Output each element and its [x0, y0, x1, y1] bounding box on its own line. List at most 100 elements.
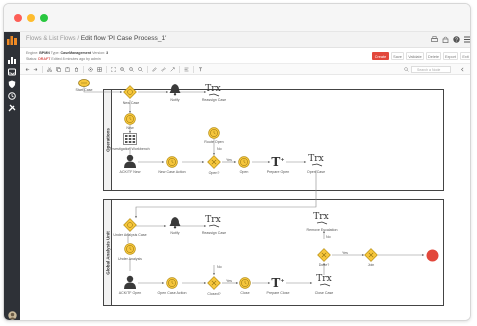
- connector-icon[interactable]: [170, 67, 175, 72]
- open-case-label: Open Case: [306, 170, 326, 174]
- engine-value: BPMN: [39, 51, 50, 55]
- trx-underline-icon: [208, 93, 220, 97]
- close-event[interactable]: [239, 277, 251, 289]
- edit-icon[interactable]: [152, 67, 157, 72]
- notify-top-label: Notify: [170, 98, 180, 102]
- end-event-node[interactable]: [426, 249, 439, 262]
- yes-end-label: Yes: [342, 251, 348, 255]
- app-window: Flows & List Flows / Edit flow 'PI Case …: [3, 3, 471, 321]
- fit-screen-icon[interactable]: [111, 67, 116, 72]
- search-icon: [404, 67, 409, 72]
- start-event-node[interactable]: [78, 79, 90, 87]
- notify-bottom-bell-icon[interactable]: [168, 216, 182, 229]
- page-title: Edit flow 'PI Case Process_1': [80, 35, 167, 42]
- ack-new-user-node[interactable]: [123, 154, 137, 168]
- create-button[interactable]: Create: [372, 52, 389, 60]
- type-label: Type:: [50, 51, 60, 55]
- user-avatar[interactable]: [7, 311, 17, 320]
- notify-bottom-label: Notify: [170, 231, 180, 235]
- open-case-action-label: Open Case Action: [157, 291, 187, 295]
- save-button[interactable]: Save: [391, 52, 404, 60]
- chevron-left-icon[interactable]: [460, 67, 465, 72]
- zoom-in-icon[interactable]: [120, 67, 125, 72]
- node-search-input[interactable]: Search a Node: [411, 66, 451, 73]
- trx-underline-icon: [316, 221, 328, 225]
- notify-bell-icon[interactable]: [168, 83, 182, 96]
- under-analysis-case-gateway[interactable]: [123, 218, 137, 232]
- version-value: 3: [106, 51, 109, 55]
- align-icon[interactable]: [184, 67, 189, 72]
- trx-underline-icon: [208, 224, 220, 228]
- under-analysis-event[interactable]: [124, 243, 136, 255]
- new-case-label: New Case: [122, 101, 140, 105]
- app-logo[interactable]: [7, 36, 17, 45]
- inbox-icon[interactable]: [8, 68, 16, 76]
- route-open-event[interactable]: [208, 127, 220, 139]
- delete-button[interactable]: Delete: [426, 52, 441, 60]
- breadcrumb-parent-link[interactable]: Flows & List Flows: [26, 36, 76, 42]
- toolbar-divider: [147, 66, 148, 73]
- shield-icon[interactable]: [8, 80, 16, 88]
- zoom-reset-icon[interactable]: [138, 67, 143, 72]
- route-open-label: Route Open: [204, 140, 224, 144]
- zoom-out-icon[interactable]: [129, 67, 134, 72]
- maximize-window-button[interactable]: [40, 14, 48, 22]
- reassign-bottom-label: Reassign Case: [201, 231, 227, 235]
- close-window-button[interactable]: [14, 14, 22, 22]
- app-sidebar: [4, 32, 20, 320]
- grid-icon[interactable]: [97, 67, 102, 72]
- menu-icon[interactable]: [464, 36, 471, 43]
- new-event-node[interactable]: [124, 113, 136, 125]
- under-analysis-case-label: Under Analysis Case: [113, 233, 147, 237]
- validate-button[interactable]: Validate: [406, 52, 424, 60]
- format-icon[interactable]: [198, 67, 203, 72]
- dashboard-icon[interactable]: [8, 56, 16, 64]
- lock-icon[interactable]: [442, 36, 449, 43]
- toolbar-divider: [42, 66, 43, 73]
- engine-label: Engine:: [26, 51, 39, 55]
- copy-icon[interactable]: [56, 67, 61, 72]
- edited-text: Edited 8 minutes ago by admin: [51, 56, 101, 61]
- reassign-top-label: Reassign Case: [201, 98, 227, 102]
- paste-icon[interactable]: [65, 67, 70, 72]
- link-icon[interactable]: [161, 67, 166, 72]
- toolbar-divider: [179, 66, 180, 73]
- investigation-workbench-node[interactable]: [123, 133, 137, 145]
- cut-icon[interactable]: [47, 67, 52, 72]
- exit-button[interactable]: Exit: [460, 52, 470, 60]
- remove-escalation-label: Remove Escalation: [306, 228, 338, 232]
- status-badge: DRAFT: [38, 56, 51, 61]
- close-label: Close: [240, 291, 250, 295]
- ack-open-user-node[interactable]: [123, 275, 137, 289]
- gear-icon[interactable]: [88, 67, 93, 72]
- open-case-action-event[interactable]: [166, 277, 178, 289]
- new-case-action-event[interactable]: [166, 156, 178, 168]
- print-icon[interactable]: [431, 36, 438, 43]
- ack-open-label: ACK/TF Open: [118, 291, 142, 295]
- open-event[interactable]: [238, 156, 250, 168]
- escalate-check-label: Done?: [318, 263, 330, 267]
- tools-icon[interactable]: [8, 104, 16, 112]
- escalate-check-gateway[interactable]: [317, 248, 331, 262]
- prepare-close-script-node[interactable]: T+: [271, 275, 284, 289]
- diagram-canvas[interactable]: Operations Global Analysis Unit Start Ca…: [20, 75, 470, 320]
- investigation-label: Investigation Workbench: [110, 147, 150, 151]
- closed-check-gateway[interactable]: [207, 276, 221, 290]
- clock-icon[interactable]: [8, 92, 16, 100]
- flow-meta-line-2: Status: DRAFT Edited 8 minutes ago by ad…: [26, 57, 101, 61]
- app-header: Flows & List Flows / Edit flow 'PI Case …: [20, 32, 471, 48]
- redo-icon[interactable]: [33, 67, 38, 72]
- minimize-window-button[interactable]: [27, 14, 35, 22]
- open-check-gateway[interactable]: [207, 155, 221, 169]
- trx-underline-icon: [319, 283, 331, 287]
- open-label: Open: [239, 170, 249, 174]
- new-case-gateway[interactable]: [123, 85, 137, 99]
- yes-top-label: Yes: [226, 158, 232, 162]
- export-button[interactable]: Export: [443, 52, 458, 60]
- join-gateway[interactable]: [364, 248, 378, 262]
- join-label: Join: [367, 263, 375, 267]
- undo-icon[interactable]: [25, 67, 30, 72]
- help-icon[interactable]: ?: [453, 36, 460, 43]
- prepare-open-script-node[interactable]: T+: [271, 154, 284, 168]
- delete-node-icon[interactable]: [74, 67, 79, 72]
